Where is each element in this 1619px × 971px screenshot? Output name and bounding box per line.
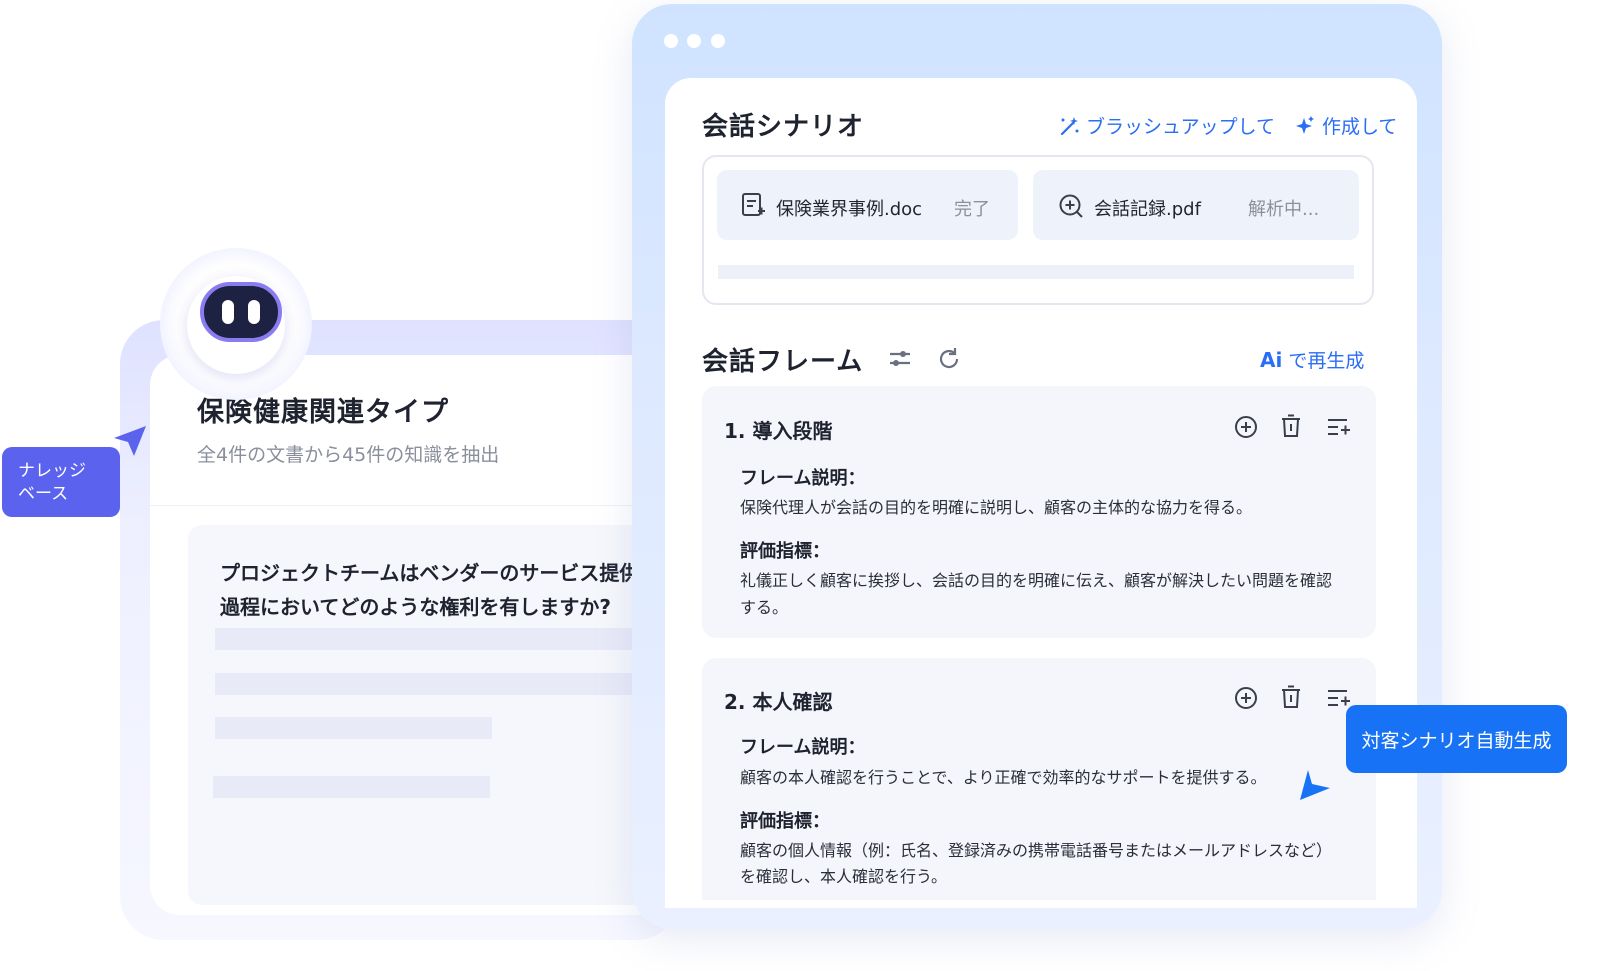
- refresh-icon[interactable]: [936, 346, 962, 372]
- description-text: 顧客の本人確認を行うことで、より正確で効率的なサポートを提供する。: [740, 768, 1267, 787]
- robot-eye: [248, 300, 260, 324]
- create-label: 作成して: [1322, 116, 1398, 138]
- robot-eye: [222, 300, 234, 324]
- auto-generate-tag: 対客シナリオ自動生成: [1346, 705, 1567, 773]
- cursor-pointer-icon: [1300, 770, 1330, 800]
- brushup-label: ブラッシュアップして: [1086, 116, 1276, 138]
- regenerate-button[interactable]: Ai で再生成: [1260, 346, 1364, 373]
- metric-label: 評価指標：: [740, 541, 830, 562]
- add-circle-icon[interactable]: [1233, 685, 1259, 711]
- window-dot-icon: [664, 34, 678, 48]
- description-label: フレーム説明：: [740, 468, 866, 489]
- metric-text-line2: を確認し、本人確認を行う。: [740, 867, 948, 886]
- brushup-button[interactable]: ブラッシュアップして: [1058, 112, 1275, 139]
- magic-wand-icon: [1060, 116, 1079, 135]
- cursor-pointer-icon: [114, 426, 146, 456]
- tag-line2: ベース: [18, 484, 69, 504]
- window-dot-icon: [687, 34, 701, 48]
- description-text: 保険代理人が会話の目的を明確に説明し、顧客の主体的な協力を得る。: [740, 498, 1253, 517]
- placeholder-line: [213, 776, 490, 798]
- add-circle-icon: [1059, 194, 1083, 218]
- knowledge-subtitle: 全4件の文書から45件の知識を抽出: [197, 444, 500, 466]
- placeholder-line: [718, 265, 1354, 279]
- metric-text-line1: 顧客の個人情報（例：氏名、登録済みの携帯電話番号またはメールアドレスなど）: [740, 841, 1333, 860]
- placeholder-line: [215, 628, 680, 650]
- add-list-icon[interactable]: [1325, 685, 1351, 711]
- divider: [150, 505, 680, 506]
- regenerate-label: で再生成: [1288, 350, 1365, 372]
- placeholder-line: [215, 673, 680, 695]
- frame-title: 会話フレーム: [702, 347, 864, 377]
- metric-text-line2: する。: [740, 598, 789, 617]
- sparkle-icon: [1296, 115, 1314, 134]
- placeholder-line: [215, 717, 492, 739]
- metric-label: 評価指標：: [740, 811, 830, 832]
- file-name: 保険業界事例.doc: [776, 199, 923, 220]
- metric-text-line1: 礼儀正しく顧客に挨拶し、会話の目的を明確に伝え、顧客が解決したい問題を確認: [740, 571, 1333, 590]
- file-status: 解析中...: [1248, 199, 1320, 220]
- scenario-title: 会話シナリオ: [702, 112, 865, 142]
- stage-title: 1. 導入段階: [724, 419, 833, 443]
- file-name: 会話記録.pdf: [1094, 199, 1201, 220]
- trash-icon[interactable]: [1278, 413, 1304, 439]
- add-circle-icon[interactable]: [1233, 414, 1259, 440]
- description-label: フレーム説明：: [740, 737, 866, 758]
- add-list-icon[interactable]: [1325, 414, 1351, 440]
- ai-badge: Ai: [1260, 347, 1283, 372]
- document-icon: [742, 193, 765, 216]
- knowledge-base-tag: ナレッジ ベース: [2, 447, 120, 517]
- trash-icon[interactable]: [1278, 684, 1304, 710]
- stage-title: 2. 本人確認: [724, 690, 833, 714]
- robot-avatar-icon: [200, 282, 282, 342]
- settings-sliders-icon[interactable]: [887, 346, 913, 372]
- question-text-line1: プロジェクトチームはベンダーのサービス提供: [220, 561, 640, 585]
- create-button[interactable]: 作成して: [1294, 112, 1397, 139]
- window-dot-icon: [711, 34, 725, 48]
- file-status: 完了: [954, 199, 990, 220]
- question-text-line2: 過程においてどのような権利を有しますか?: [220, 595, 612, 619]
- tag-line1: ナレッジ: [18, 461, 86, 481]
